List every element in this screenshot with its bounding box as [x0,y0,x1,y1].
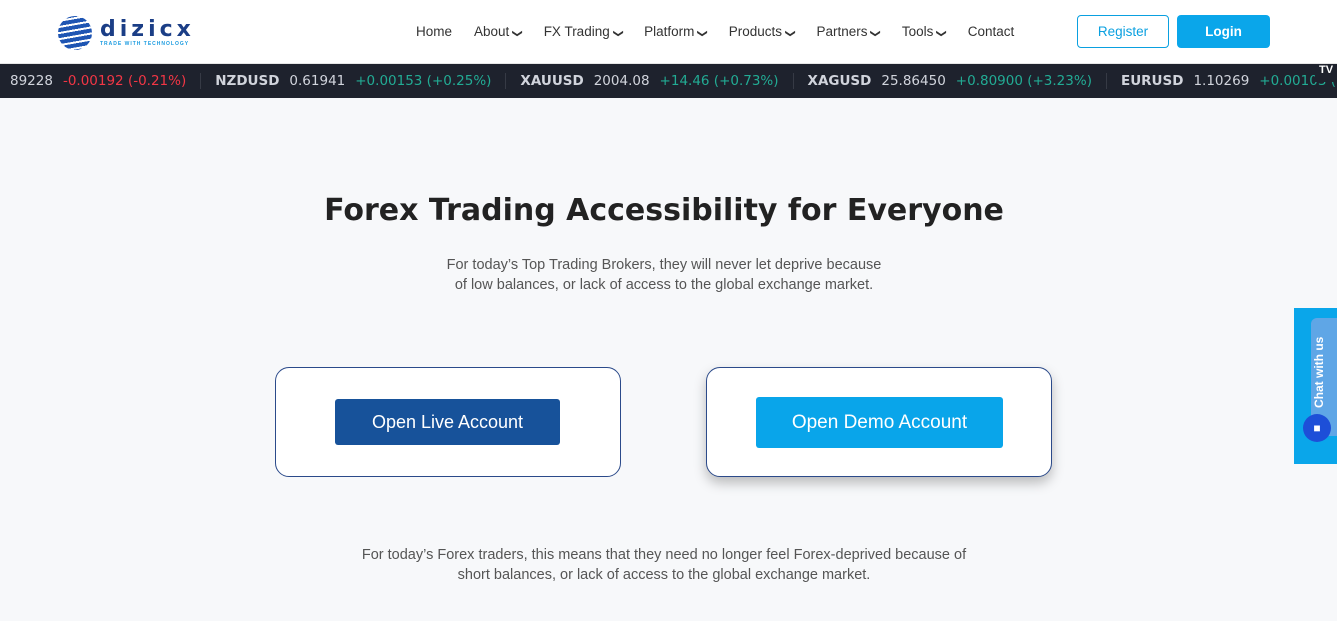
nav-item-tools[interactable]: Tools ❯ [901,24,948,39]
nav-item-about[interactable]: About ❯ [474,24,523,39]
brand-name: dizicx [100,17,195,42]
ticker-change: -0.00192 (-0.21%) [62,73,187,89]
nav-label: Products [728,24,783,39]
nav-label: Tools [901,24,934,39]
ticker-item[interactable]: NZDUSD 0.61941 +0.00153 (+0.25%) [201,73,507,89]
globe-logo-icon [58,16,92,50]
footer-line: short balances, or lack of access to the… [457,567,871,583]
tradingview-logo-icon[interactable]: TV [1315,64,1337,82]
login-button[interactable]: Login [1177,15,1270,48]
nav-item-fx-trading[interactable]: FX Trading ❯ [543,24,624,39]
chat-widget[interactable]: Chat with us ■ [1294,308,1337,464]
chevron-down-icon: ❯ [511,29,523,38]
register-button[interactable]: Register [1077,15,1169,48]
chevron-down-icon: ❯ [784,29,796,38]
subtitle-line: of low balances, or lack of access to th… [454,277,874,293]
chevron-down-icon: ❯ [697,29,709,38]
ticker-tape[interactable]: 89228 -0.00192 (-0.21%) NZDUSD 0.61941 +0.00… [0,64,1337,98]
hero-footer-text: For today’s Forex traders, this means th… [0,545,1328,585]
ticker-item[interactable]: 89228 -0.00192 (-0.21%) [0,73,202,89]
ticker-price: 1.10269 [1193,73,1250,89]
open-live-account-button[interactable]: Open Live Account [335,399,560,445]
main-nav: Home About ❯ FX Trading ❯ Platform ❯ Products ❯ P… [416,24,1014,39]
ticker-symbol: XAUUSD [520,73,584,89]
nav-item-contact[interactable]: Contact [968,24,1015,39]
ticker-item[interactable]: EURUSD1.10269+0.00103 (+0.09%) [1107,73,1337,89]
open-demo-account-button[interactable]: Open Demo Account [756,397,1003,448]
ticker-price: 2004.08 [593,73,650,89]
logo[interactable]: dizicx TRADE WITH TECHNOLOGY [58,16,195,50]
ticker-item[interactable]: XAUUSD 2004.08 +14.46 (+0.73%) [506,73,794,89]
nav-label: Platform [644,24,695,39]
ticker-price: 25.86450 [881,73,946,89]
brand-tagline: TRADE WITH TECHNOLOGY [100,41,190,47]
hero-subtitle: For today’s Top Trading Brokers, they wi… [0,255,1328,295]
chevron-down-icon: ❯ [936,29,948,38]
nav-item-products[interactable]: Products ❯ [728,24,796,39]
chevron-down-icon: ❯ [870,29,882,38]
ticker-change: +14.46 (+0.73%) [659,73,779,89]
nav-label: FX Trading [543,24,610,39]
ticker-symbol: EURUSD [1120,73,1184,89]
nav-label: Partners [816,24,868,39]
nav-label: Contact [967,24,1015,39]
ticker-price: 89228 [10,73,53,89]
ticker-item[interactable]: XAGUSD 25.86450 +0.80900 (+3.23%) [794,73,1107,89]
chat-label[interactable]: Chat with us [1312,337,1326,408]
nav-item-partners[interactable]: Partners ❯ [816,24,882,39]
footer-line: For today’s Forex traders, this means th… [361,547,967,563]
subtitle-line: For today’s Top Trading Brokers, they wi… [446,257,882,273]
nav-label: About [474,24,510,39]
ticker-change: +0.80900 (+3.23%) [955,73,1092,89]
ticker-symbol: XAGUSD [807,73,872,89]
nav-item-platform[interactable]: Platform ❯ [644,24,709,39]
header: dizicx TRADE WITH TECHNOLOGY Home About ❯ F… [0,0,1337,64]
chat-bubble-icon[interactable]: ■ [1303,414,1331,442]
hero-title: Forex Trading Accessibility for Everyone [324,193,1004,228]
chevron-down-icon: ❯ [612,29,624,38]
nav-item-home[interactable]: Home [416,24,452,39]
ticker-price: 0.61941 [289,73,346,89]
ticker-symbol: NZDUSD [215,73,280,89]
ticker-change: +0.00153 (+0.25%) [355,73,492,89]
nav-label: Home [416,24,453,39]
